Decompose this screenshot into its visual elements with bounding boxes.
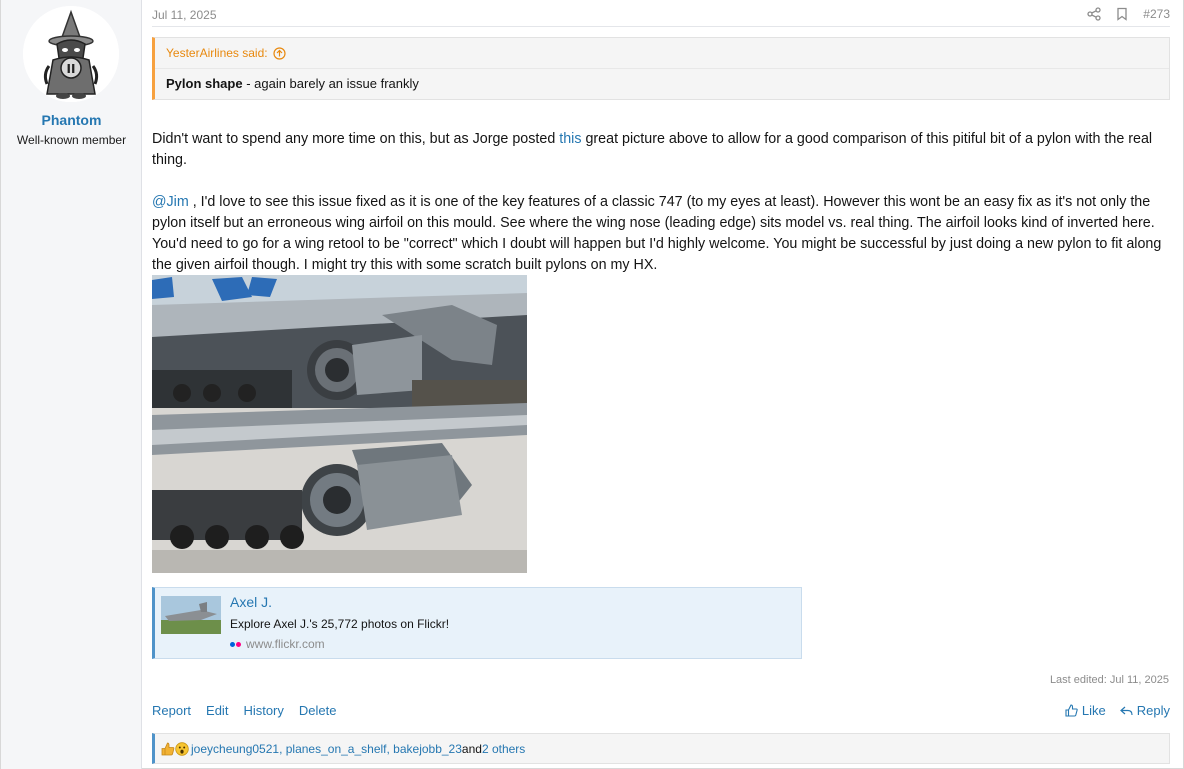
like-button[interactable]: Like (1065, 703, 1106, 718)
embed-description: Explore Axel J.'s 25,772 photos on Flick… (230, 617, 450, 631)
thumbs-up-icon (1065, 704, 1078, 717)
embed-site: www.flickr.com (230, 637, 325, 651)
p1-before: Didn't want to spend any more time on th… (152, 131, 560, 147)
reaction-users[interactable]: joeycheung0521, planes_on_a_shelf, bakej… (191, 742, 462, 756)
edit-link[interactable]: Edit (206, 703, 228, 718)
history-link[interactable]: History (243, 703, 283, 718)
avatar[interactable]: II (23, 6, 119, 102)
forum-post: II Phantom Well-known member Jul 11, 202… (0, 0, 1184, 769)
p2-text: , I'd love to see this issue fixed as it… (152, 194, 1162, 273)
post-number[interactable]: #273 (1143, 7, 1170, 21)
post-body: Didn't want to spend any more time on th… (152, 129, 1172, 276)
avatar-badge-text: II (67, 62, 76, 76)
reply-icon (1119, 706, 1133, 716)
reaction-icons (161, 741, 189, 756)
quote-block: YesterAirlines said: Pylon shape - again… (152, 37, 1170, 100)
reaction-others[interactable]: 2 others (482, 742, 525, 756)
comparison-photo[interactable] (152, 275, 527, 573)
post-actions-right: Like Reply (1065, 703, 1170, 718)
reply-button[interactable]: Reply (1119, 703, 1170, 718)
last-edited: Last edited: Jul 11, 2025 (1049, 674, 1169, 686)
quote-header[interactable]: YesterAirlines said: (166, 46, 286, 60)
flickr-icon (230, 641, 241, 647)
paragraph-1: Didn't want to spend any more time on th… (152, 129, 1172, 171)
like-reaction-icon (161, 742, 175, 756)
quote-author[interactable]: YesterAirlines said: (166, 46, 268, 60)
quote-divider (155, 68, 1169, 69)
post-header-actions: #273 (1087, 7, 1170, 21)
reply-label: Reply (1136, 703, 1170, 718)
wow-reaction-icon (175, 741, 189, 756)
delete-link[interactable]: Delete (299, 703, 337, 718)
embed-title[interactable]: Axel J. (230, 594, 272, 610)
user-title: Well-known member (16, 133, 127, 147)
quote-bold: Pylon shape (166, 76, 243, 91)
quote-text: - again barely an issue frankly (242, 76, 419, 91)
quote-body: Pylon shape - again barely an issue fran… (166, 76, 419, 91)
this-link[interactable]: this (559, 131, 581, 147)
arrow-up-circle-icon[interactable] (273, 46, 286, 60)
embed-site-url: www.flickr.com (246, 637, 325, 651)
mention-jim[interactable]: @Jim (152, 194, 189, 210)
post-main: Jul 11, 2025 #273 YesterAirlines said: P… (142, 0, 1184, 769)
user-sidebar: II Phantom Well-known member (1, 0, 142, 769)
like-label: Like (1081, 703, 1106, 718)
post-date[interactable]: Jul 11, 2025 (152, 8, 217, 22)
flickr-embed[interactable]: Axel J. Explore Axel J.'s 25,772 photos … (152, 587, 802, 659)
report-link[interactable]: Report (152, 703, 191, 718)
reactions-bar[interactable]: joeycheung0521, planes_on_a_shelf, bakej… (152, 733, 1170, 764)
share-icon[interactable] (1087, 7, 1101, 21)
bookmark-icon[interactable] (1115, 7, 1129, 21)
reaction-and: and (461, 741, 482, 756)
paragraph-2: @Jim , I'd love to see this issue fixed … (152, 192, 1172, 276)
post-header: Jul 11, 2025 #273 (152, 0, 1170, 27)
embed-thumbnail[interactable] (161, 596, 221, 634)
post-actions-left: Report Edit History Delete (152, 703, 336, 718)
username[interactable]: Phantom (1, 112, 142, 128)
